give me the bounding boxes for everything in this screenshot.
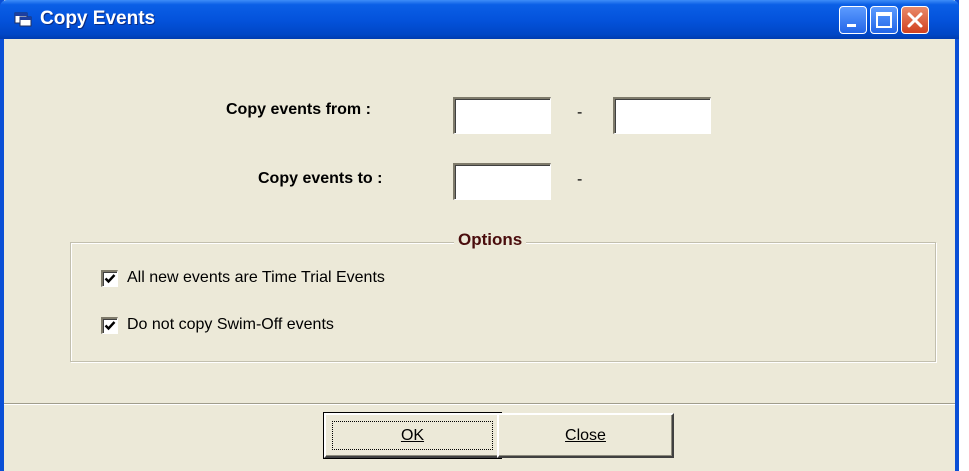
close-button[interactable]: Close: [497, 413, 674, 458]
ok-button[interactable]: OK: [323, 412, 502, 459]
copy-from-end-input[interactable]: [613, 97, 711, 134]
checkmark-icon: [104, 320, 116, 330]
copy-to-separator: -: [577, 171, 583, 188]
copy-events-dialog: Copy Events Copy events from : - Copy ev…: [0, 0, 959, 471]
focus-rect: [332, 421, 493, 450]
option-swim-off[interactable]: Do not copy Swim-Off events: [101, 316, 334, 334]
copy-to-label: Copy events to :: [258, 170, 383, 187]
title-bar[interactable]: Copy Events: [0, 0, 959, 39]
close-icon: [907, 12, 923, 28]
maximize-icon: [876, 12, 892, 28]
copy-to-input[interactable]: [453, 163, 551, 200]
checkmark-icon: [104, 273, 116, 283]
copy-from-start-input[interactable]: [453, 97, 551, 134]
maximize-button[interactable]: [870, 6, 898, 34]
options-group: [70, 242, 936, 362]
minimize-button[interactable]: [839, 6, 867, 34]
options-title: Options: [454, 230, 527, 250]
option-time-trial[interactable]: All new events are Time Trial Events: [101, 269, 385, 287]
app-window-icon: [14, 12, 32, 27]
footer-separator: [4, 403, 955, 405]
copy-from-label: Copy events from :: [226, 101, 371, 118]
time-trial-label: All new events are Time Trial Events: [127, 269, 385, 286]
range-separator: -: [577, 104, 583, 121]
minimize-icon: [847, 24, 856, 27]
close-button-label: Close: [565, 426, 606, 444]
close-window-button[interactable]: [901, 6, 929, 34]
swim-off-label: Do not copy Swim-Off events: [127, 316, 334, 333]
window-title: Copy Events: [40, 8, 156, 29]
time-trial-checkbox[interactable]: [101, 269, 118, 287]
swim-off-checkbox[interactable]: [101, 316, 118, 334]
